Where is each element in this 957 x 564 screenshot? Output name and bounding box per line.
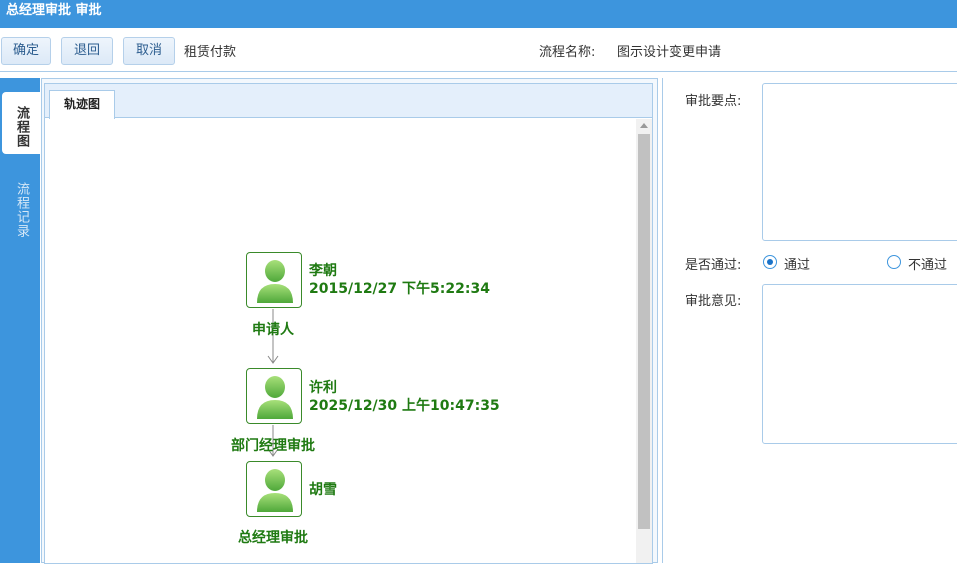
pass-radio[interactable] <box>763 255 777 269</box>
window-title-bar: 总经理审批 审批 <box>0 0 957 28</box>
key-points-label: 审批要点: <box>685 94 742 109</box>
opinion-textarea[interactable] <box>762 284 957 444</box>
flow-connectors <box>267 309 279 457</box>
pass-label: 是否通过: <box>685 258 742 273</box>
tab-trace-diagram[interactable]: 轨迹图 <box>49 90 115 119</box>
user-avatar-icon <box>257 469 293 512</box>
flow-node-3[interactable] <box>246 461 302 517</box>
trace-canvas: 李朝 2015/12/27 下午5:22:34 申请人 许利 2025/12/3… <box>45 119 635 563</box>
approval-form: 审批要点: 是否通过: 通过 不通过 审批意见: <box>662 78 957 563</box>
window-title: 总经理审批 审批 <box>6 3 102 18</box>
process-name-value: 图示设计变更申请 <box>617 45 722 60</box>
confirm-button[interactable]: 确定 <box>1 37 51 65</box>
tab-flowchart[interactable]: 流程图 <box>2 92 40 154</box>
node-3-role: 总经理审批 <box>238 530 308 546</box>
user-avatar-icon <box>257 376 293 419</box>
node-1-name: 李朝 <box>309 263 337 279</box>
user-avatar-icon <box>257 260 293 303</box>
node-1-time: 2015/12/27 下午5:22:34 <box>309 281 490 297</box>
key-points-textarea[interactable] <box>762 83 957 241</box>
fail-radio[interactable] <box>887 255 901 269</box>
flowchart-panel: 轨迹图 李朝 2015/12/27 下午5:22:34 申请人 许利 2025/… <box>41 78 658 564</box>
node-2-time: 2025/12/30 上午10:47:35 <box>309 398 500 414</box>
pass-radio-label[interactable]: 通过 <box>784 254 810 273</box>
flowchart-inner: 轨迹图 李朝 2015/12/27 下午5:22:34 申请人 许利 2025/… <box>44 83 653 564</box>
toolbar: 确定 退回 取消 租赁付款 流程名称: 图示设计变更申请 <box>0 30 957 72</box>
fail-radio-label[interactable]: 不通过 <box>908 254 947 273</box>
scroll-up-icon[interactable] <box>640 123 648 128</box>
node-2-name: 许利 <box>309 380 337 396</box>
scroll-thumb[interactable] <box>638 134 650 529</box>
back-button[interactable]: 退回 <box>61 37 113 65</box>
opinion-label: 审批意见: <box>685 294 742 309</box>
node-3-name: 胡雪 <box>309 482 337 498</box>
tab-flow-records[interactable]: 流程记录 <box>2 170 40 250</box>
flow-node-1[interactable] <box>246 252 302 308</box>
flow-node-2[interactable] <box>246 368 302 424</box>
process-name-label: 流程名称: <box>539 45 596 60</box>
vertical-scrollbar[interactable] <box>636 119 652 563</box>
flow-tab-strip: 轨迹图 <box>45 84 652 119</box>
side-tab-bar: 流程图 流程记录 <box>0 78 40 563</box>
doc-type-label: 租赁付款 <box>184 45 237 60</box>
cancel-button[interactable]: 取消 <box>123 37 175 65</box>
node-2-role: 部门经理审批 <box>231 438 315 454</box>
node-1-role: 申请人 <box>252 322 294 338</box>
